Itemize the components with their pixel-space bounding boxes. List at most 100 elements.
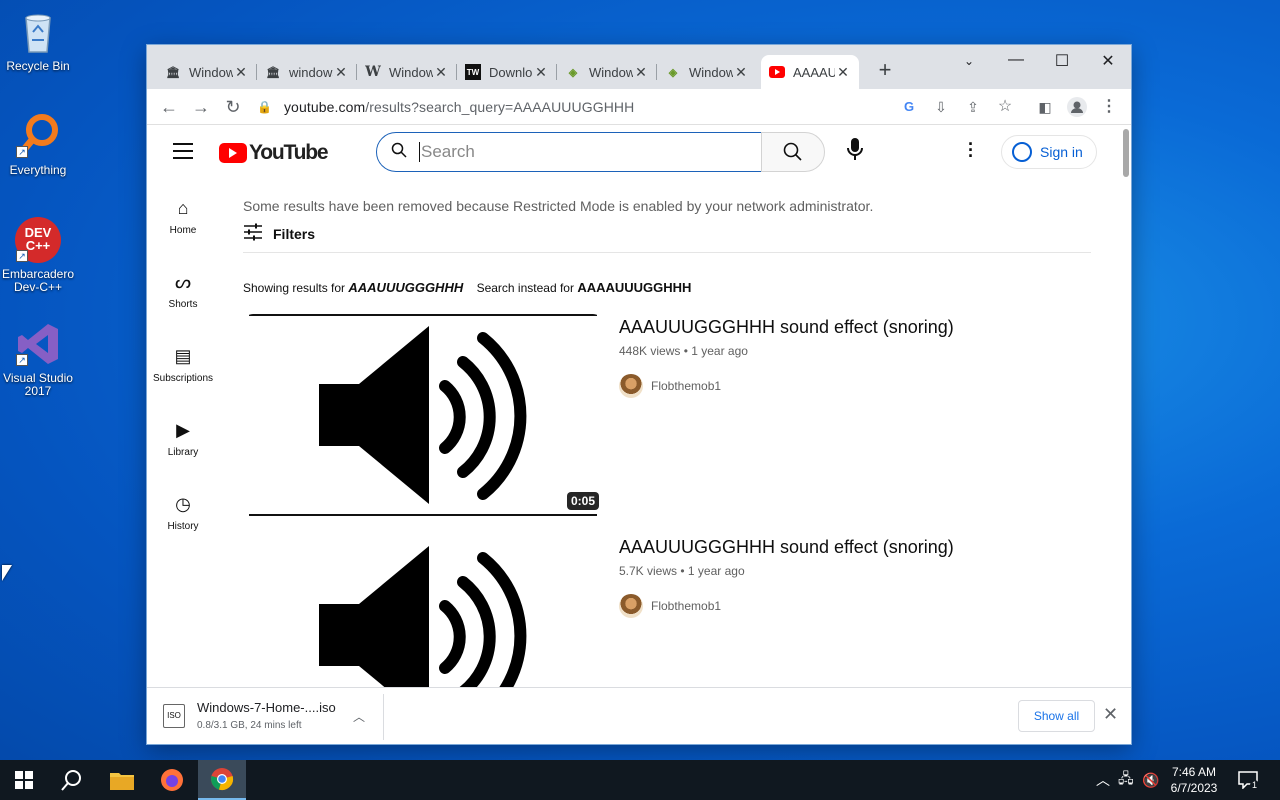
close-window-icon[interactable]: ✕ <box>1094 51 1122 71</box>
new-tab-button[interactable]: + <box>873 59 897 81</box>
minimize-icon[interactable]: — <box>1002 51 1030 69</box>
filters-icon <box>243 223 263 244</box>
firefox-button[interactable] <box>148 760 196 800</box>
close-icon[interactable]: ✕ <box>333 64 349 81</box>
search-placeholder: Search <box>419 142 475 162</box>
guide-item-home[interactable]: ⌂ Home <box>147 195 219 269</box>
bookmark-star-icon[interactable]: ☆ <box>993 95 1017 119</box>
channel-link[interactable]: Flobthemob1 <box>619 374 954 398</box>
tab-title: Windows <box>189 64 233 80</box>
network-icon[interactable]: 🖧 <box>1118 760 1134 800</box>
devcpp-logo-text: DEV C++ <box>24 225 52 253</box>
archive-icon: 🏛 <box>166 66 180 79</box>
home-icon: ⌂ <box>177 198 189 218</box>
guide-item-subscriptions[interactable]: ▤ Subscriptions <box>147 343 219 417</box>
chrome-button[interactable] <box>198 760 246 800</box>
tab-title: AAAAUUUGGHHH <box>793 64 835 80</box>
clock-time: 7:46 AM <box>1171 765 1217 779</box>
close-icon[interactable]: ✕ <box>233 64 249 81</box>
wikipedia-icon: W <box>365 64 381 80</box>
guide-label: Home <box>169 225 197 236</box>
channel-link[interactable]: Flobthemob1 <box>619 594 954 618</box>
sign-in-button[interactable]: Sign in <box>1001 135 1097 169</box>
tab-title: Download <box>489 64 533 80</box>
maximize-icon[interactable]: ☐ <box>1048 51 1076 71</box>
video-title[interactable]: AAAUUUGGGHHH sound effect (snoring) <box>619 314 954 340</box>
back-arrow-icon[interactable]: ← <box>157 95 181 119</box>
desktop-icon-label: Embarcadero Dev-C++ <box>1 267 75 294</box>
speaker-icon <box>319 546 527 687</box>
tab-strip: 🏛 Windows ✕ 🏛 windows ✕ W Windows ✕ TW D… <box>147 45 1131 89</box>
youtube-logo[interactable]: YouTube <box>219 141 329 165</box>
desktop-icon-devcpp[interactable]: DEV C++ ↗ Embarcadero Dev-C++ <box>0 216 76 294</box>
download-item[interactable]: ISO Windows-7-Home-....iso 0.8/3.1 GB, 2… <box>163 700 383 731</box>
install-app-icon[interactable]: ⇩ <box>929 95 953 119</box>
close-icon[interactable]: ✕ <box>835 64 851 81</box>
account-icon <box>1012 142 1032 162</box>
settings-kebab-icon[interactable]: · · · <box>965 135 977 165</box>
chevron-up-icon[interactable]: ︿ <box>353 708 365 725</box>
tab-title: windows <box>289 64 333 80</box>
filters-button[interactable]: Filters <box>243 223 315 244</box>
profile-icon[interactable] <box>1065 95 1089 119</box>
close-icon[interactable]: ✕ <box>533 64 549 81</box>
tab-4[interactable]: TW Download ✕ <box>457 55 557 89</box>
showing-prefix: Showing results for <box>243 281 346 295</box>
close-icon[interactable]: ✕ <box>1103 704 1118 725</box>
page-scrollbar[interactable] <box>1123 129 1129 177</box>
desktop-icon-recycle-bin[interactable]: Recycle Bin <box>0 8 76 73</box>
taskbar: ︿ 🖧 🔇 7:46 AM 6/7/2023 1 <box>0 760 1280 800</box>
show-all-button[interactable]: Show all <box>1018 700 1095 732</box>
youtube-play-icon <box>219 143 247 163</box>
search-input[interactable]: Search <box>376 132 762 172</box>
guide-item-shorts[interactable]: ᔕ Shorts <box>147 269 219 343</box>
volume-muted-icon[interactable]: 🔇 <box>1142 760 1159 800</box>
clock[interactable]: 7:46 AM 6/7/2023 <box>1166 764 1222 796</box>
download-bar: ISO Windows-7-Home-....iso 0.8/3.1 GB, 2… <box>147 687 1131 744</box>
video-title[interactable]: AAAUUUGGGHHH sound effect (snoring) <box>619 534 954 560</box>
start-button[interactable] <box>0 760 48 800</box>
tab-2[interactable]: 🏛 windows ✕ <box>257 55 357 89</box>
filters-label: Filters <box>273 225 316 242</box>
address-bar[interactable]: 🔒 youtube.com/results?search_query=AAAAU… <box>257 93 1001 121</box>
tab-youtube-active[interactable]: AAAAUUUGGHHH ✕ <box>761 55 859 89</box>
side-panel-icon[interactable]: ◧ <box>1033 95 1057 119</box>
show-hidden-icons[interactable]: ︿ <box>1096 760 1110 800</box>
file-explorer-button[interactable] <box>98 760 146 800</box>
desktop-icon-visual-studio[interactable]: ↗ Visual Studio 2017 <box>0 320 76 398</box>
share-icon[interactable]: ⇪ <box>961 95 985 119</box>
close-icon[interactable]: ✕ <box>633 64 649 81</box>
subscriptions-icon: ▤ <box>174 346 192 366</box>
video-thumbnail[interactable] <box>243 534 603 687</box>
recycle-bin-icon <box>14 8 62 56</box>
search-button[interactable] <box>48 760 96 800</box>
browser-toolbar: ← → ↻ 🔒 youtube.com/results?search_query… <box>147 89 1131 125</box>
guide-label: Library <box>167 447 199 458</box>
thumbnail-border <box>249 514 597 516</box>
hamburger-menu-icon[interactable] <box>173 143 193 164</box>
video-thumbnail[interactable]: 0:05 <box>243 314 603 518</box>
corrected-query-link[interactable]: AAAUUUGGGHHH <box>348 280 463 295</box>
microphone-icon[interactable] <box>841 137 869 165</box>
close-icon[interactable]: ✕ <box>733 64 749 81</box>
original-query-link[interactable]: AAAAUUUGGHHH <box>577 280 691 295</box>
guide-sidebar: ⌂ Home ᔕ Shorts ▤ Subscriptions ▶ Librar… <box>147 195 219 565</box>
google-icon[interactable]: G <box>897 95 921 119</box>
guide-item-library[interactable]: ▶ Library <box>147 417 219 491</box>
tab-5[interactable]: ◈ Windows ✕ <box>557 55 657 89</box>
tab-6[interactable]: ◈ Windows ✕ <box>657 55 757 89</box>
tab-1[interactable]: 🏛 Windows ✕ <box>157 55 257 89</box>
tab-3[interactable]: W Windows ✕ <box>357 55 457 89</box>
guide-item-history[interactable]: ◷ History <box>147 491 219 565</box>
desktop-icon-everything[interactable]: ↗ Everything <box>0 112 76 177</box>
reload-icon[interactable]: ↻ <box>221 95 245 119</box>
tab-search-icon[interactable]: ⌄ <box>955 54 983 68</box>
shorts-icon: ᔕ <box>174 272 192 292</box>
shortcut-arrow-icon: ↗ <box>16 250 28 262</box>
action-center-icon[interactable]: 1 <box>1238 760 1260 800</box>
close-icon[interactable]: ✕ <box>433 64 449 81</box>
browser-menu-icon[interactable]: ⋮ <box>1097 95 1121 119</box>
forward-arrow-icon[interactable]: → <box>189 95 213 119</box>
search-button[interactable] <box>761 132 825 172</box>
tw-icon: TW <box>465 64 481 80</box>
